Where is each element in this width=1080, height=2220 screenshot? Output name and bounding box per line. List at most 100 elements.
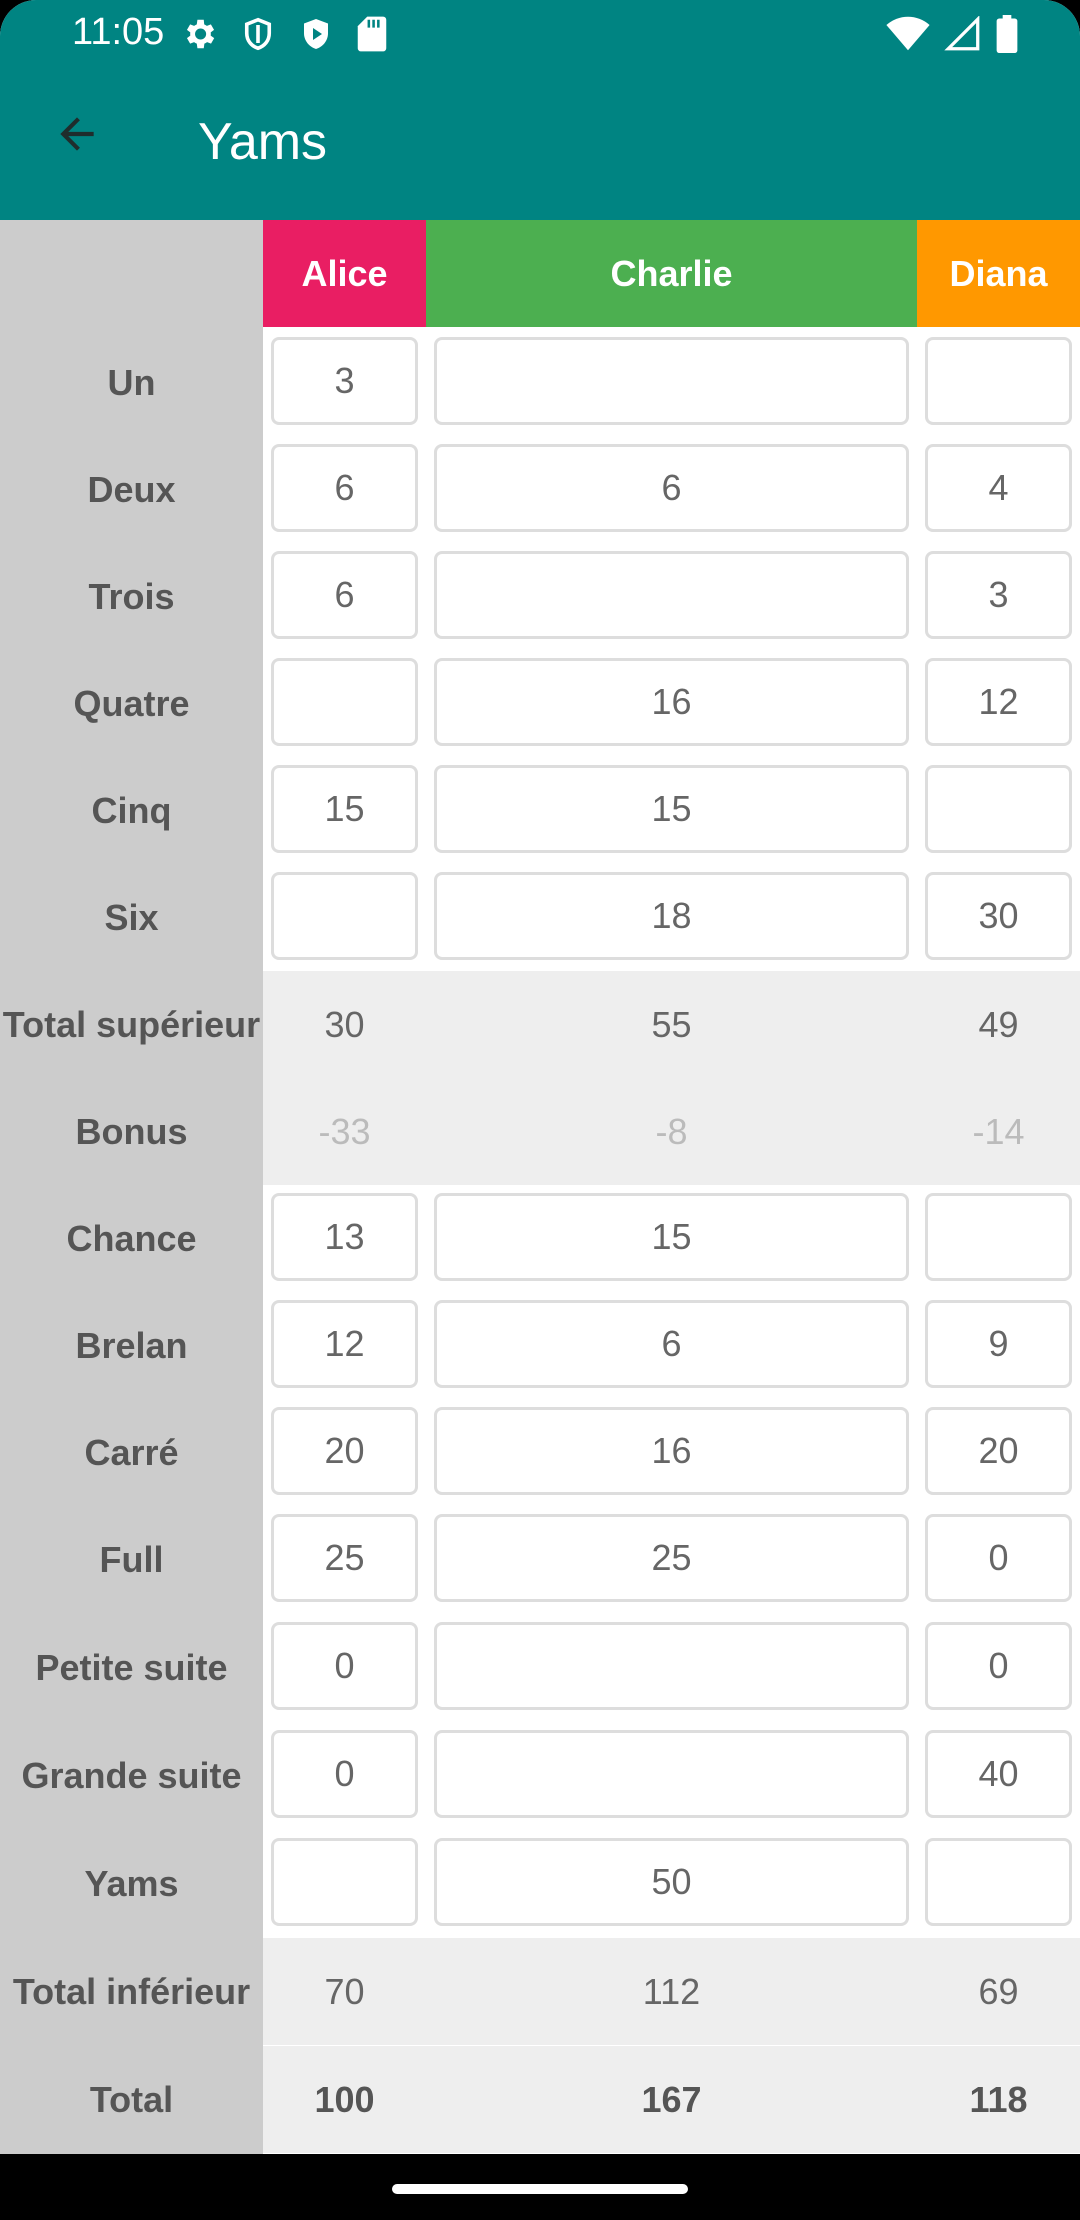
status-time: 11:05 [72, 11, 165, 53]
score-row: Petite suite 0 0 [0, 1614, 1080, 1721]
score-input[interactable]: 18 [434, 872, 909, 960]
score-input[interactable] [925, 337, 1072, 425]
row-label: Total inférieur [12, 1970, 251, 2012]
score-input[interactable]: 20 [271, 1407, 418, 1495]
total-value: 118 [969, 2078, 1028, 2120]
score-input[interactable]: 3 [271, 337, 418, 425]
gesture-nav-handle[interactable] [392, 2184, 688, 2194]
player-header-row: Alice Charlie Diana [263, 220, 1080, 327]
score-input[interactable]: 15 [434, 765, 909, 853]
score-row: Six 18 30 [0, 864, 1080, 971]
row-label: Trois [88, 575, 175, 617]
score-input[interactable] [271, 872, 418, 960]
row-label: Brelan [75, 1324, 188, 1366]
score-input[interactable]: 50 [434, 1838, 909, 1926]
row-cells: 0 40 [263, 1722, 1080, 1829]
score-input[interactable]: 0 [271, 1622, 418, 1710]
row-cells: 100 167 118 [263, 2046, 1080, 2153]
sd-card-icon [356, 15, 388, 53]
score-row: Grande suite 0 40 [0, 1722, 1080, 1829]
row-label: Petite suite [35, 1646, 228, 1688]
total-value: 100 [314, 2078, 375, 2120]
score-input[interactable] [434, 337, 909, 425]
score-input[interactable]: 16 [434, 1407, 909, 1495]
row-label: Chance [66, 1217, 197, 1259]
score-input[interactable] [925, 1193, 1072, 1281]
row-label: Yams [84, 1862, 179, 1904]
status-icons-left [180, 14, 388, 54]
score-row: Full 25 25 0 [0, 1506, 1080, 1613]
row-label: Grande suite [21, 1754, 242, 1796]
score-input[interactable]: 20 [925, 1407, 1072, 1495]
row-cells: 30 55 49 [263, 971, 1080, 1078]
score-input[interactable]: 6 [434, 1300, 909, 1388]
row-label: Full [99, 1538, 164, 1580]
cell-signal-icon [944, 16, 982, 52]
top-bar: 11:05 Yams [0, 0, 1080, 220]
app-bar: Yams [0, 64, 1080, 220]
score-input[interactable]: 0 [271, 1730, 418, 1818]
score-input[interactable]: 12 [925, 658, 1072, 746]
score-row: Total supérieur 30 55 49 [0, 971, 1080, 1078]
row-cells: 63 [263, 543, 1080, 650]
score-board: Alice Charlie Diana Un 3 Deux 6 6 4 Trois 6 3 Qua… [0, 220, 1080, 2154]
total-value: 55 [651, 1003, 692, 1045]
total-value: 112 [642, 1970, 701, 2012]
player-header-diana: Diana [917, 220, 1080, 327]
score-input[interactable]: 0 [925, 1514, 1072, 1602]
score-row: Un 3 [0, 329, 1080, 436]
row-cells: 00 [263, 1614, 1080, 1721]
score-input[interactable]: 4 [925, 444, 1072, 532]
score-row: Bonus -33 -8 -14 [0, 1078, 1080, 1185]
score-input[interactable]: 25 [271, 1514, 418, 1602]
score-input[interactable]: 16 [434, 658, 909, 746]
score-input[interactable] [271, 1838, 418, 1926]
score-input[interactable]: 30 [925, 872, 1072, 960]
score-input[interactable] [434, 1730, 909, 1818]
row-cells: 3 [263, 329, 1080, 436]
row-label: Deux [87, 468, 176, 510]
total-value: 49 [978, 1003, 1019, 1045]
total-value: 167 [641, 2078, 702, 2120]
score-row: Yams 50 [0, 1830, 1080, 1937]
screen: 11:05 Yams Alice Charlie Diana Un 3 Deux… [0, 0, 1080, 2154]
score-input[interactable]: 9 [925, 1300, 1072, 1388]
score-input[interactable]: 15 [271, 765, 418, 853]
row-cells: 18 30 [263, 864, 1080, 971]
score-input[interactable]: 0 [925, 1622, 1072, 1710]
row-label: Quatre [73, 682, 190, 724]
score-input[interactable]: 3 [925, 551, 1072, 639]
page-title: Yams [198, 113, 328, 171]
score-input[interactable]: 12 [271, 1300, 418, 1388]
row-cells: 13 15 [263, 1185, 1080, 1292]
arrow-left-icon [52, 109, 102, 164]
play-protect-icon [298, 15, 334, 53]
score-input[interactable] [434, 1622, 909, 1710]
row-cells: 12 6 9 [263, 1292, 1080, 1399]
score-input[interactable] [434, 551, 909, 639]
score-input[interactable]: 13 [271, 1193, 418, 1281]
score-row: Brelan 12 6 9 [0, 1292, 1080, 1399]
score-row: Total inférieur 70 112 69 [0, 1938, 1080, 2045]
score-input[interactable]: 40 [925, 1730, 1072, 1818]
score-input[interactable] [925, 1838, 1072, 1926]
row-cells: 25 25 0 [263, 1506, 1080, 1613]
score-input[interactable]: 6 [271, 551, 418, 639]
row-label: Bonus [75, 1110, 188, 1152]
back-button[interactable] [34, 106, 120, 166]
score-input[interactable] [925, 765, 1072, 853]
row-cells: 16 12 [263, 650, 1080, 757]
score-input[interactable]: 25 [434, 1514, 909, 1602]
total-value: 70 [324, 1970, 365, 2012]
score-input[interactable]: 15 [434, 1193, 909, 1281]
row-cells: 15 15 [263, 757, 1080, 864]
score-row: Cinq 15 15 [0, 757, 1080, 864]
row-label: Cinq [91, 789, 172, 831]
row-cells: 20 16 20 [263, 1399, 1080, 1506]
score-input[interactable]: 6 [271, 444, 418, 532]
score-input[interactable] [271, 658, 418, 746]
bonus-value: -14 [972, 1110, 1025, 1152]
score-input[interactable]: 6 [434, 444, 909, 532]
score-row: Deux 6 6 4 [0, 436, 1080, 543]
row-label: Six [104, 896, 159, 938]
